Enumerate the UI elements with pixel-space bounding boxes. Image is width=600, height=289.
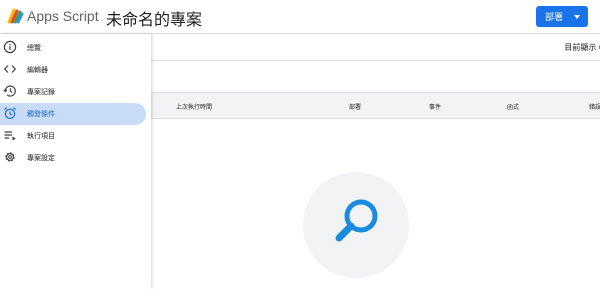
playlist-play-icon <box>4 131 16 141</box>
gear-icon <box>5 152 15 162</box>
sidebar-item-label: 專案設定 <box>27 154 55 162</box>
alarm-clock-icon <box>3 107 17 120</box>
sidebar-item-label: 編輯器 <box>27 66 48 74</box>
column-header-event[interactable]: 事件 <box>429 102 441 111</box>
column-header-deployment[interactable]: 部署 <box>349 102 361 111</box>
sidebar-item-label: 觸發條件 <box>27 110 55 118</box>
chevron-down-icon <box>574 15 580 19</box>
empty-state-illustration <box>303 172 409 278</box>
sidebar: 總覽 編輯器 專案記錄 觸發條件 執行項目 專案設定 <box>0 34 151 289</box>
sidebar-item-overview[interactable]: 總覽 <box>0 37 146 59</box>
column-header-last-run[interactable]: 上次執行時間 <box>176 102 212 111</box>
triggers-main-panel: 目前顯示 0 上次執行時間 部署 事件 函式 錯誤 <box>151 34 600 289</box>
column-header-function[interactable]: 函式 <box>507 102 519 111</box>
showing-count: 目前顯示 0 <box>564 43 600 52</box>
search-icon <box>335 199 378 242</box>
triggers-table-header: 上次執行時間 部署 事件 函式 錯誤 <box>151 92 600 119</box>
deploy-button-label: 部署 <box>545 13 564 23</box>
apps-script-logo-icon[interactable] <box>6 7 24 25</box>
history-icon <box>3 85 16 97</box>
sidebar-item-editor[interactable]: 編輯器 <box>0 59 146 81</box>
project-title[interactable]: 未命名的專案 <box>106 6 202 30</box>
sidebar-item-label: 專案記錄 <box>27 88 55 96</box>
triggers-toolbar: 目前顯示 0 <box>151 34 600 61</box>
column-header-error[interactable]: 錯誤 <box>589 102 600 111</box>
app-name: Apps Script <box>27 8 99 24</box>
sidebar-item-settings[interactable]: 專案設定 <box>0 147 146 169</box>
sidebar-item-executions[interactable]: 執行項目 <box>0 125 146 147</box>
sidebar-item-label: 執行項目 <box>27 132 55 140</box>
code-icon <box>3 65 17 73</box>
info-icon <box>3 40 17 54</box>
sidebar-item-label: 總覽 <box>27 44 41 52</box>
top-app-bar: Apps Script 未命名的專案 部署 <box>0 0 600 34</box>
sidebar-item-triggers[interactable]: 觸發條件 <box>0 103 146 125</box>
deploy-button[interactable]: 部署 <box>536 6 588 27</box>
sidebar-item-logs[interactable]: 專案記錄 <box>0 81 146 103</box>
